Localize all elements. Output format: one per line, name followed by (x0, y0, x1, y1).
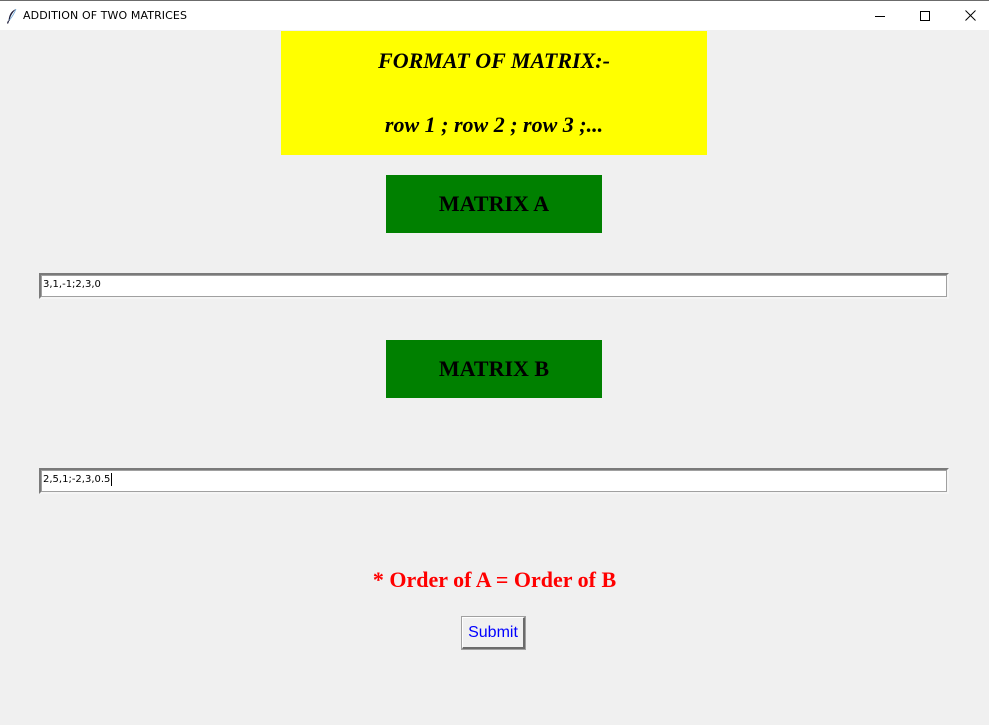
app-window: ADDITION OF TWO MATRICES FORMAT OF MATRI… (0, 0, 989, 725)
maximize-icon (920, 6, 930, 25)
order-note: * Order of A = Order of B (372, 567, 617, 592)
minimize-button[interactable] (857, 1, 903, 30)
matrix-a-input[interactable]: 3,1,-1;2,3,0 (39, 273, 949, 299)
minimize-icon (875, 6, 885, 25)
matrix-a-label: MATRIX A (386, 175, 602, 233)
text-caret (111, 472, 113, 486)
matrix-b-input[interactable]: 2,5,1;-2,3,0.5 (39, 468, 949, 494)
window-title: ADDITION OF TWO MATRICES (23, 9, 188, 22)
close-icon (964, 6, 976, 25)
feather-icon (6, 8, 18, 24)
matrix-a-value: 3,1,-1;2,3,0 (43, 279, 101, 290)
matrix-b-value: 2,5,1;-2,3,0.5 (43, 474, 111, 485)
title-bar[interactable]: ADDITION OF TWO MATRICES (0, 0, 989, 30)
matrix-b-label: MATRIX B (386, 340, 602, 398)
format-example: row 1 ; row 2 ; row 3 ;... (384, 112, 604, 137)
maximize-button[interactable] (902, 1, 948, 30)
submit-button[interactable]: Submit (461, 616, 526, 650)
format-banner: FORMAT OF MATRIX:- row 1 ; row 2 ; row 3… (281, 31, 707, 155)
format-title: FORMAT OF MATRIX:- (378, 48, 610, 73)
close-button[interactable] (947, 1, 989, 30)
